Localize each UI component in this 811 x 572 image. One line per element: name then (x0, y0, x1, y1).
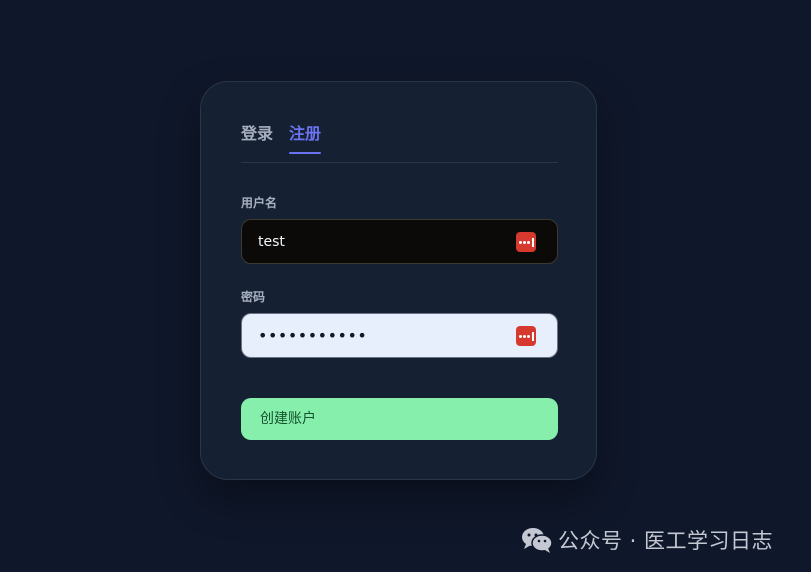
password-manager-key-icon[interactable] (516, 232, 536, 252)
active-tab-indicator (289, 152, 321, 154)
watermark-text: 公众号 · 医工学习日志 (558, 529, 774, 553)
password-manager-key-icon[interactable] (516, 326, 536, 346)
create-account-button[interactable]: 创建账户 (241, 398, 558, 440)
username-field (241, 219, 558, 264)
wechat-icon (521, 526, 553, 554)
username-input[interactable] (258, 220, 508, 263)
password-label: 密码 (241, 290, 266, 304)
auth-tabs: 登录 注册 (241, 123, 558, 163)
register-card: 登录 注册 用户名 密码 创建账户 (200, 81, 597, 480)
password-input[interactable] (258, 314, 508, 357)
create-account-label: 创建账户 (260, 411, 316, 427)
password-field (241, 313, 558, 358)
tab-register[interactable]: 注册 (289, 123, 321, 145)
tab-login[interactable]: 登录 (241, 123, 273, 145)
watermark: 公众号 · 医工学习日志 (521, 526, 773, 554)
username-label: 用户名 (241, 196, 278, 210)
